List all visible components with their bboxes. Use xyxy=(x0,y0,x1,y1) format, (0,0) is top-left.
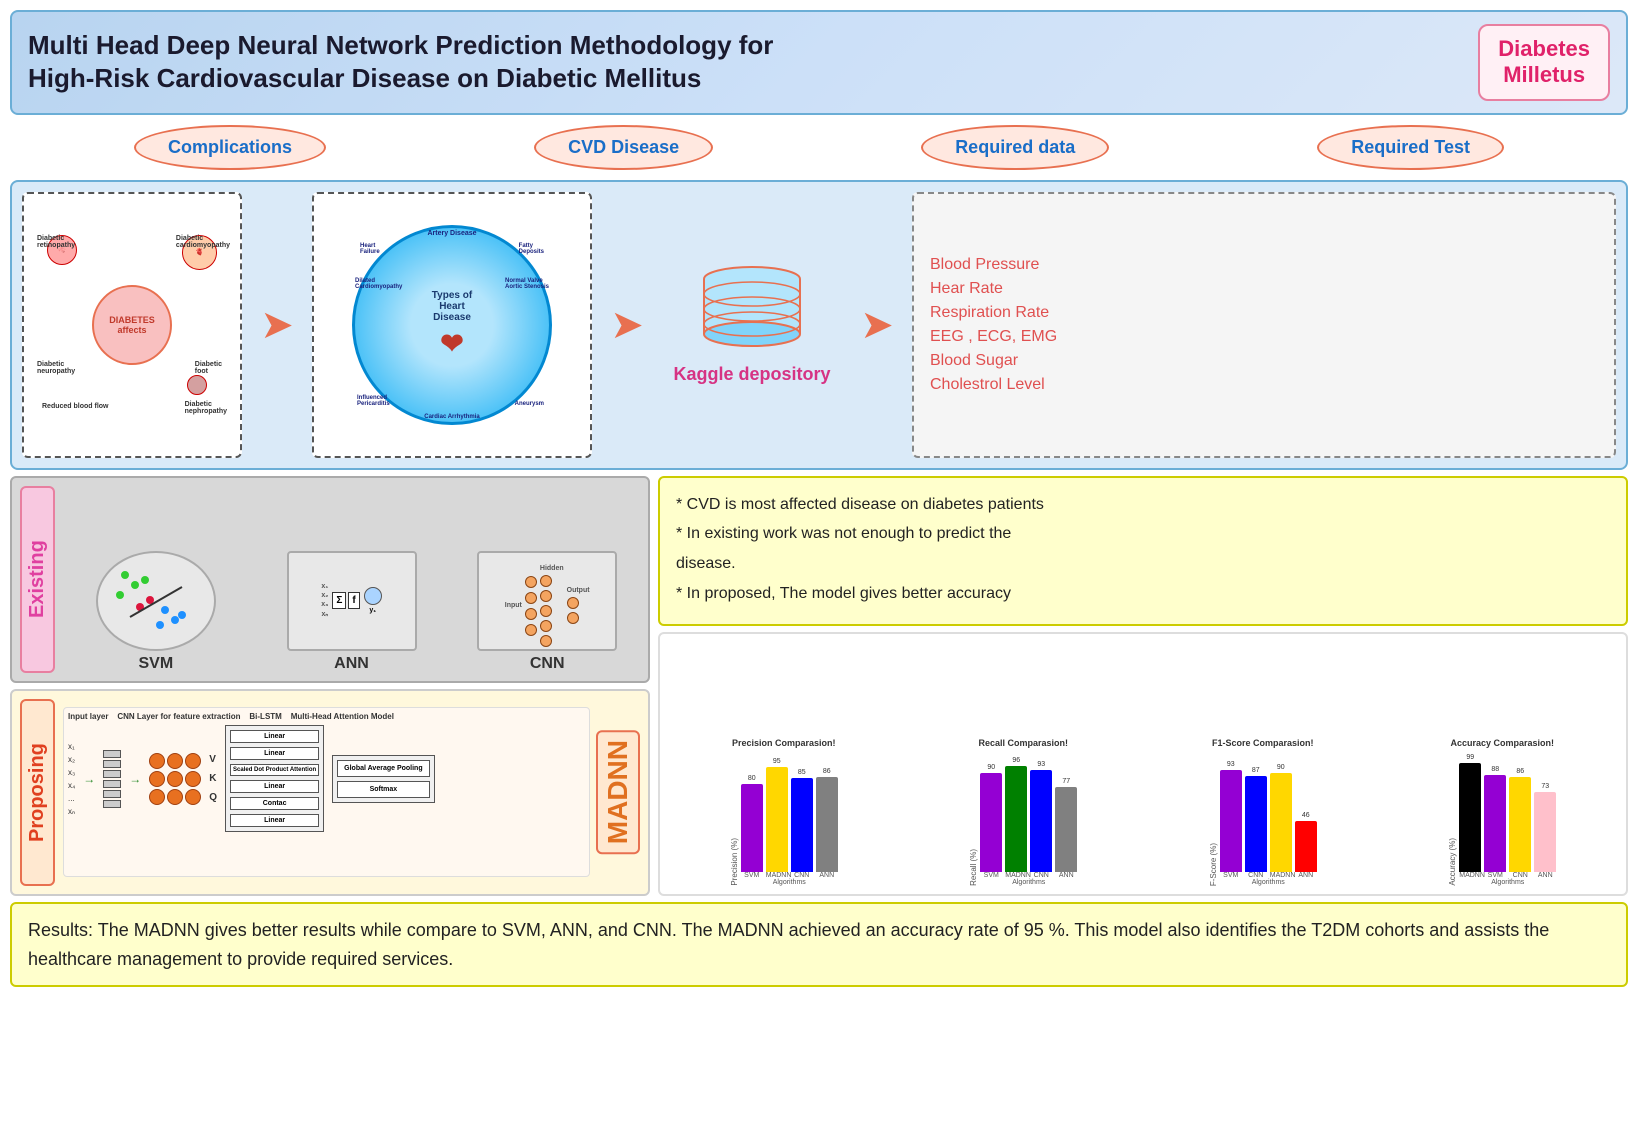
info-line4: * In proposed, The model gives better ac… xyxy=(676,581,1610,607)
bar-0-1 xyxy=(766,767,788,872)
bar-1-3 xyxy=(1055,787,1077,872)
comp-cardio-label: Diabeticcardiomyopathy xyxy=(176,235,230,249)
cvd-box: Types of Heart Disease ❤ Artery Disease … xyxy=(312,192,592,458)
oval-complications: Complications xyxy=(134,125,326,170)
comp-center-label: DIABETES affects xyxy=(92,285,172,365)
proposing-content: Input layer CNN Layer for feature extrac… xyxy=(63,699,640,886)
input-arrows: → xyxy=(83,772,95,786)
existing-content: SVM x₁ x₂ x₃ xyxy=(63,486,640,673)
svm-model: SVM xyxy=(63,551,249,673)
comp-blood-label: Reduced blood flow xyxy=(42,403,109,410)
arrow-cvd-to-data: ➤ xyxy=(602,192,652,458)
bar-3-3 xyxy=(1534,792,1556,872)
ann-diagram: x₁ x₂ x₃ xₙ Σ f xyxy=(287,551,417,651)
bar-1-2 xyxy=(1030,770,1052,872)
reqtest-box: Blood Pressure Hear Rate Respiration Rat… xyxy=(912,192,1616,458)
results-text: Results: The MADNN gives better results … xyxy=(28,916,1610,974)
results-section: Results: The MADNN gives better results … xyxy=(10,902,1628,988)
reqtest-item-2: Hear Rate xyxy=(930,280,1598,298)
bar-2-2 xyxy=(1270,773,1292,872)
bar-1-0 xyxy=(980,773,1002,872)
kaggle-label: Kaggle depository xyxy=(673,364,830,385)
cnn-model: Input xyxy=(454,551,640,673)
svm-diagram xyxy=(96,551,216,651)
comp-foot-icon xyxy=(187,375,207,395)
ann-label: ANN xyxy=(334,655,369,673)
arrow-comp-to-cvd: ➤ xyxy=(252,192,302,458)
proposing-label: Proposing xyxy=(20,699,55,886)
reqtest-item-5: Blood Sugar xyxy=(930,352,1598,370)
existing-section: Existing xyxy=(10,476,650,683)
bar-0-3 xyxy=(816,777,838,872)
reqtest-item-4: EEG , ECG, EMG xyxy=(930,328,1598,346)
oval-row: Complications CVD Disease Required data … xyxy=(10,121,1628,174)
feature-circles xyxy=(149,753,201,805)
info-line1: * CVD is most affected disease on diabet… xyxy=(676,492,1610,518)
comp-retinopathy-label: Diabeticretinopathy xyxy=(37,235,75,249)
input-nodes: x₁ x₂ x₃ x₄ ... xₙ xyxy=(68,742,75,816)
arrow-data-to-test: ➤ xyxy=(852,192,902,458)
info-box: * CVD is most affected disease on diabet… xyxy=(658,476,1628,626)
chart-title-0: Precision Comparasion! xyxy=(732,738,836,748)
bar-1-1 xyxy=(1005,766,1027,872)
reqtest-item-3: Respiration Rate xyxy=(930,304,1598,322)
main-container: Multi Head Deep Neural Network Predictio… xyxy=(0,0,1638,1146)
oval-reqtest: Required Test xyxy=(1317,125,1504,170)
info-line3: disease. xyxy=(676,551,1610,577)
architecture-diagram: Input layer CNN Layer for feature extrac… xyxy=(63,707,590,877)
comp-foot-label: Diabeticfoot xyxy=(195,361,222,375)
right-panel: * CVD is most affected disease on diabet… xyxy=(658,476,1628,896)
madnn-badge: MADNN xyxy=(596,730,640,854)
chart-3: Accuracy Comparasion!Accuracy (%)9988867… xyxy=(1387,738,1619,886)
svm-label: SVM xyxy=(139,655,174,673)
chart-1: Recall Comparasion!Recall (%)90969377SVM… xyxy=(908,738,1140,886)
reqtest-item-1: Blood Pressure xyxy=(930,256,1598,274)
header-title: Multi Head Deep Neural Network Predictio… xyxy=(28,29,773,97)
cnn-label: CNN xyxy=(530,655,565,673)
bar-0-0 xyxy=(741,784,763,872)
heart-diagram: Types of Heart Disease ❤ Artery Disease … xyxy=(352,225,552,425)
ann-model: x₁ x₂ x₃ xₙ Σ f xyxy=(259,551,445,673)
proposing-section: Proposing Input layer CNN Layer for feat… xyxy=(10,689,650,896)
oval-reqdata: Required data xyxy=(921,125,1109,170)
comp-nephropathy-label: Diabeticnephropathy xyxy=(185,401,227,415)
oval-cvd: CVD Disease xyxy=(534,125,713,170)
gap-softmax-block: Global Average Pooling Softmax xyxy=(332,755,434,803)
complications-box: 🧠 🫀 Diabeticneuropathy Reduced blood flo… xyxy=(22,192,242,458)
comp-neuropathy-label: Diabeticneuropathy xyxy=(37,361,75,375)
chart-2: F1-Score Comparasion!F-Score (%)93879046… xyxy=(1147,738,1379,886)
main-bottom-section: Existing xyxy=(10,476,1628,896)
left-panel: Existing xyxy=(10,476,650,896)
charts-box: Precision Comparasion!Precision (%)80958… xyxy=(658,632,1628,896)
input-rects xyxy=(103,750,121,808)
chart-title-2: F1-Score Comparasion! xyxy=(1212,738,1314,748)
bar-0-2 xyxy=(791,778,813,872)
bar-2-1 xyxy=(1245,776,1267,872)
header-section: Multi Head Deep Neural Network Predictio… xyxy=(10,10,1628,115)
chart-0: Precision Comparasion!Precision (%)80958… xyxy=(668,738,900,886)
vkq-labels: V K Q xyxy=(209,754,217,803)
info-line2: * In existing work was not enough to pre… xyxy=(676,521,1610,547)
cnn-diagram: Input xyxy=(477,551,617,651)
ml-models: SVM x₁ x₂ x₃ xyxy=(63,486,640,673)
chart-title-1: Recall Comparasion! xyxy=(978,738,1068,748)
header-badge: Diabetes Milletus xyxy=(1478,24,1610,101)
reqtest-item-6: Cholestrol Level xyxy=(930,376,1598,394)
bar-3-0 xyxy=(1459,763,1481,872)
database-svg xyxy=(697,264,807,354)
bar-3-1 xyxy=(1484,775,1506,872)
bar-2-0 xyxy=(1220,770,1242,872)
bar-3-2 xyxy=(1509,777,1531,872)
bar-2-3 xyxy=(1295,821,1317,872)
existing-label: Existing xyxy=(20,486,55,673)
main-top-section: 🧠 🫀 Diabeticneuropathy Reduced blood flo… xyxy=(10,180,1628,470)
kaggle-box: Kaggle depository xyxy=(662,192,842,458)
chart-title-3: Accuracy Comparasion! xyxy=(1450,738,1554,748)
attention-block: Linear Linear Scaled Dot Product Attenti… xyxy=(225,725,324,832)
